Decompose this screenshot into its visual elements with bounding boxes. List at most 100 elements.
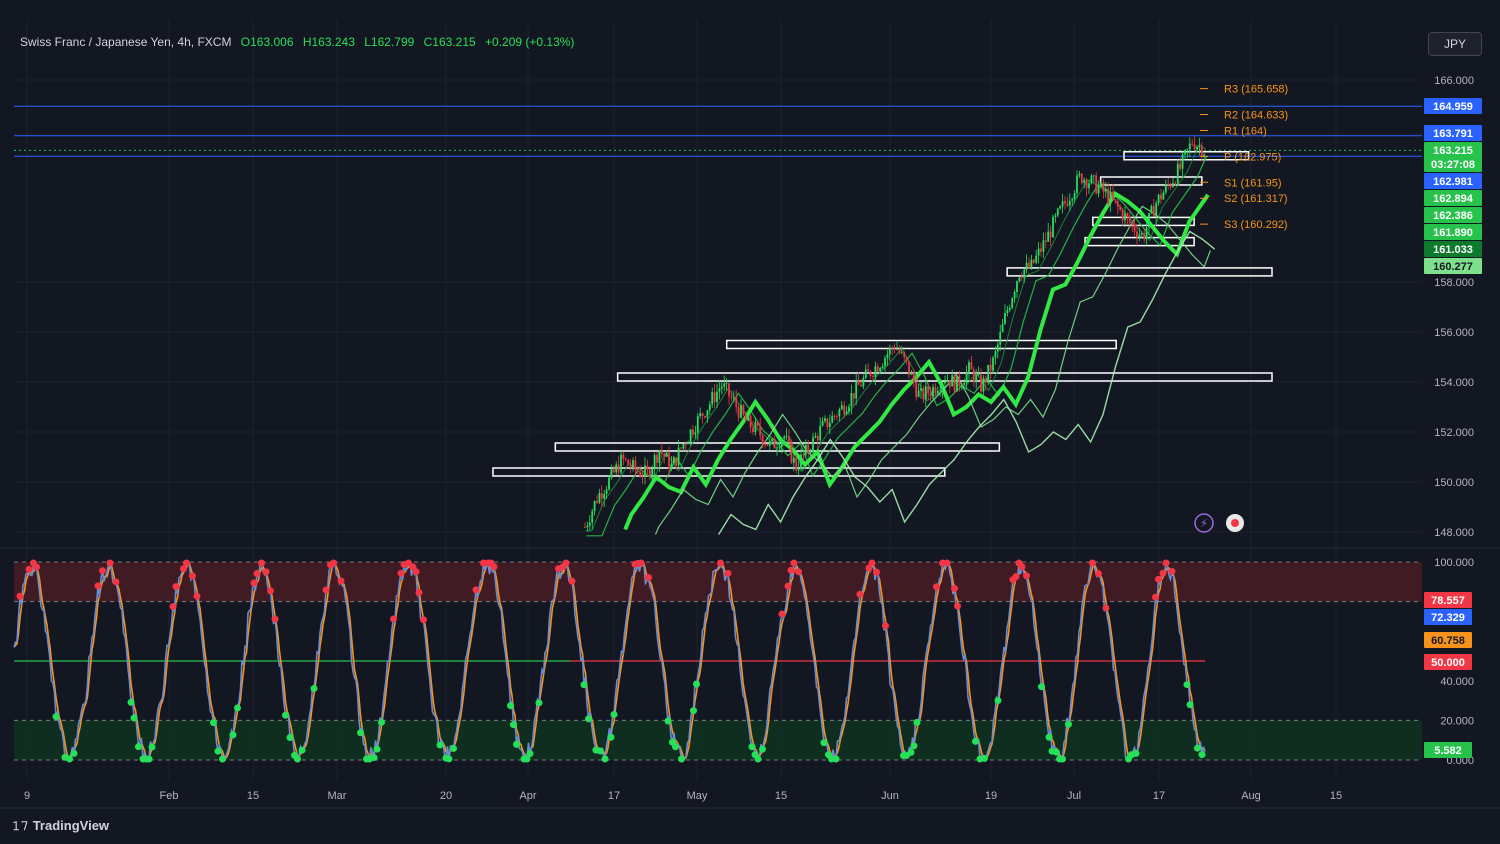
candle-body [936, 391, 939, 394]
candle-body [1124, 213, 1126, 221]
price-tick-label: 156.000 [1434, 327, 1474, 339]
candle-body [1186, 149, 1189, 151]
tradingview-logo[interactable]: 𝟷𝟽 TradingView [12, 818, 109, 834]
candle-body [802, 454, 805, 456]
price-label-text: 163.791 [1433, 128, 1473, 140]
time-tick-label: May [687, 790, 708, 802]
candle-body [660, 450, 663, 454]
candle-body [723, 383, 726, 387]
candle-body [1128, 216, 1131, 223]
candle-body [852, 393, 855, 399]
cross-up-marker [66, 755, 73, 763]
candle-body [900, 351, 903, 353]
candle-body [821, 421, 824, 426]
candle-body [591, 511, 594, 523]
candle-body [984, 378, 987, 383]
cross-up-marker [373, 745, 381, 753]
cross-down-marker [397, 569, 405, 577]
time-tick-label: 15 [1330, 790, 1342, 802]
moving-average-line [586, 156, 1208, 537]
candle-body [807, 444, 810, 453]
record-icon[interactable] [1226, 514, 1244, 532]
price-label-text: 162.386 [1433, 210, 1473, 222]
candle-body [960, 385, 963, 387]
candle-body [653, 455, 656, 470]
candle-body [1148, 213, 1150, 228]
candle-body [898, 348, 901, 353]
candle-body [1121, 209, 1124, 221]
price-tick-label: 152.000 [1434, 427, 1474, 439]
price-label-text: 162.981 [1433, 176, 1473, 188]
candle-body [1150, 205, 1153, 214]
cross-down-marker [106, 559, 114, 567]
candle-body [1119, 206, 1122, 210]
candle-body [795, 457, 798, 471]
cross-up-marker [210, 719, 217, 727]
cross-down-marker [1023, 572, 1030, 580]
symbol-name[interactable]: Swiss Franc / Japanese Yen, 4h, FXCM [20, 35, 231, 49]
ohlc-open: O163.006 [240, 35, 294, 49]
candle-body [862, 377, 865, 387]
candle-body [682, 443, 685, 449]
candle-body [840, 405, 843, 410]
stoch-tick-label: 100.000 [1434, 557, 1474, 569]
candle-body [886, 354, 889, 359]
cross-up-marker [664, 717, 672, 725]
candle-body [934, 387, 937, 394]
candle-body [1145, 227, 1148, 240]
candle-body [692, 429, 694, 435]
cross-down-marker [337, 577, 345, 585]
time-tick-label: 17 [1153, 790, 1165, 802]
candle-body [689, 429, 692, 442]
candle-body [1056, 208, 1059, 216]
cross-down-marker [795, 568, 802, 576]
candle-body [1162, 192, 1165, 200]
price-tick-label: 154.000 [1434, 377, 1474, 389]
candle-body [718, 388, 721, 392]
candle-body [944, 381, 946, 384]
candle-body [1049, 231, 1052, 238]
candle-body [1138, 234, 1141, 238]
candle-body [1004, 313, 1006, 325]
cross-up-marker [234, 704, 241, 712]
time-axis[interactable]: 9 Feb 15 Mar 20 Apr 17 May 15 Jun 19 Jul 17 Aug 15 [24, 790, 1342, 802]
price-label-text: 03:27:08 [1431, 159, 1475, 171]
cross-up-marker [1065, 720, 1072, 728]
candle-body [737, 406, 740, 418]
candle-body [713, 392, 716, 403]
candle-body [1001, 324, 1004, 333]
cross-up-marker [1053, 748, 1060, 756]
stoch-label-text: 5.582 [1434, 745, 1462, 757]
candle-body [941, 383, 944, 391]
candle-body [917, 390, 920, 397]
cross-down-marker [262, 568, 270, 576]
cross-down-marker [99, 567, 106, 575]
currency-button[interactable]: JPY [1428, 32, 1482, 56]
cross-down-marker [951, 584, 958, 592]
candle-body [1052, 216, 1054, 238]
candle-body [756, 422, 759, 426]
cross-up-marker [759, 745, 766, 753]
chart-canvas[interactable]: R3 (165.658) R2 (164.633) R1 (164) P (162.9… [0, 0, 1500, 844]
cross-down-marker [856, 590, 864, 598]
candle-body [1169, 184, 1172, 187]
cross-down-marker [472, 586, 480, 594]
candle-body [670, 463, 673, 470]
candle-body [785, 436, 788, 437]
candle-body [838, 409, 841, 417]
candle-body [992, 357, 994, 371]
cross-down-marker [943, 559, 951, 567]
cross-up-marker [445, 755, 453, 763]
candle-body [881, 366, 884, 369]
cross-down-marker [724, 569, 732, 577]
alert-icon[interactable]: ⚡ [1194, 513, 1214, 533]
time-tick-label: Feb [160, 790, 179, 802]
cross-down-marker [954, 602, 961, 610]
candle-body [1085, 179, 1088, 189]
candle-body [1080, 173, 1083, 184]
cross-down-marker [172, 583, 180, 591]
cross-up-marker [994, 697, 1002, 705]
price-label-text: 161.033 [1433, 244, 1473, 256]
candle-body [864, 369, 867, 378]
candle-body [612, 468, 615, 473]
